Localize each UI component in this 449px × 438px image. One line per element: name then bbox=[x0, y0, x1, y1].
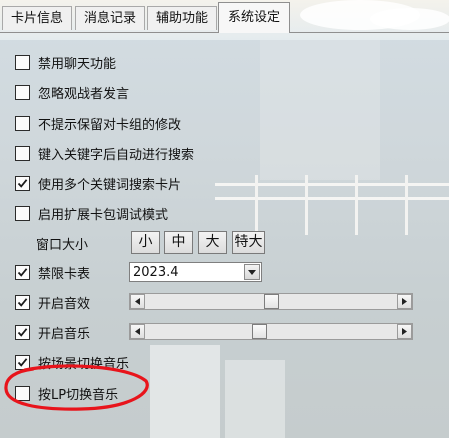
tab-assist[interactable]: 辅助功能 bbox=[147, 6, 217, 30]
checkbox[interactable] bbox=[15, 84, 30, 100]
cloud bbox=[370, 8, 449, 30]
checkbox[interactable] bbox=[15, 264, 30, 280]
tab-system-settings[interactable]: 系统设定 bbox=[218, 2, 290, 33]
checkmark-icon bbox=[17, 297, 28, 307]
tab-card-info[interactable]: 卡片信息 bbox=[2, 6, 72, 30]
option-label: 键入关键字后自动进行搜索 bbox=[38, 147, 195, 163]
highlight-circle-annotation bbox=[4, 364, 149, 411]
option-label: 忽略观战者发言 bbox=[38, 86, 130, 102]
option-label: 不提示保留对卡组的修改 bbox=[38, 117, 182, 133]
checkbox[interactable] bbox=[15, 205, 30, 221]
arrow-left-icon[interactable] bbox=[130, 324, 145, 339]
option-label: 禁用聊天功能 bbox=[38, 56, 117, 72]
option-banlist[interactable]: 禁限卡表 bbox=[15, 262, 90, 282]
checkmark-icon bbox=[17, 327, 28, 337]
window-size-xlarge-button[interactable]: 特大 bbox=[232, 231, 265, 254]
checkmark-icon bbox=[17, 178, 28, 188]
arrow-right-icon[interactable] bbox=[397, 294, 412, 309]
option-disable-chat[interactable]: 禁用聊天功能 bbox=[15, 52, 116, 72]
option-ignore-spectators[interactable]: 忽略观战者发言 bbox=[15, 82, 129, 102]
music-volume-slider[interactable] bbox=[129, 323, 413, 340]
option-label: 开启音乐 bbox=[38, 326, 91, 342]
sound-volume-slider[interactable] bbox=[129, 293, 413, 310]
option-sound[interactable]: 开启音效 bbox=[15, 292, 90, 312]
checkbox[interactable] bbox=[15, 175, 30, 191]
option-label: 使用多个关键词搜索卡片 bbox=[38, 177, 182, 193]
window-size-label: 窗口大小 bbox=[36, 238, 89, 253]
banlist-select[interactable]: 2023.4 bbox=[129, 262, 262, 282]
checkbox[interactable] bbox=[15, 115, 30, 131]
tab-message-log[interactable]: 消息记录 bbox=[75, 6, 145, 30]
option-music[interactable]: 开启音乐 bbox=[15, 322, 90, 342]
checkbox[interactable] bbox=[15, 294, 30, 310]
chevron-down-icon[interactable] bbox=[244, 264, 260, 280]
slider-thumb[interactable] bbox=[252, 324, 267, 339]
arrow-right-icon[interactable] bbox=[397, 324, 412, 339]
arrow-left-icon[interactable] bbox=[130, 294, 145, 309]
option-label: 启用扩展卡包调试模式 bbox=[38, 207, 169, 223]
window-size-large-button[interactable]: 大 bbox=[198, 231, 227, 254]
settings-panel: 禁用聊天功能 忽略观战者发言 不提示保留对卡组的修改 键入关键字后自动进行搜索 … bbox=[0, 33, 449, 438]
checkbox[interactable] bbox=[15, 145, 30, 161]
checkbox[interactable] bbox=[15, 54, 30, 70]
option-no-deck-save-prompt[interactable]: 不提示保留对卡组的修改 bbox=[15, 113, 181, 133]
window-size-medium-button[interactable]: 中 bbox=[164, 231, 193, 254]
option-auto-search[interactable]: 键入关键字后自动进行搜索 bbox=[15, 143, 194, 163]
option-expansion-debug[interactable]: 启用扩展卡包调试模式 bbox=[15, 203, 168, 223]
banlist-selected-value: 2023.4 bbox=[133, 265, 179, 280]
window-size-small-button[interactable]: 小 bbox=[131, 231, 160, 254]
checkbox[interactable] bbox=[15, 324, 30, 340]
option-label: 禁限卡表 bbox=[38, 266, 91, 282]
option-multi-keyword-search[interactable]: 使用多个关键词搜索卡片 bbox=[15, 173, 181, 193]
slider-thumb[interactable] bbox=[264, 294, 279, 309]
option-label: 开启音效 bbox=[38, 296, 91, 312]
checkmark-icon bbox=[17, 267, 28, 277]
